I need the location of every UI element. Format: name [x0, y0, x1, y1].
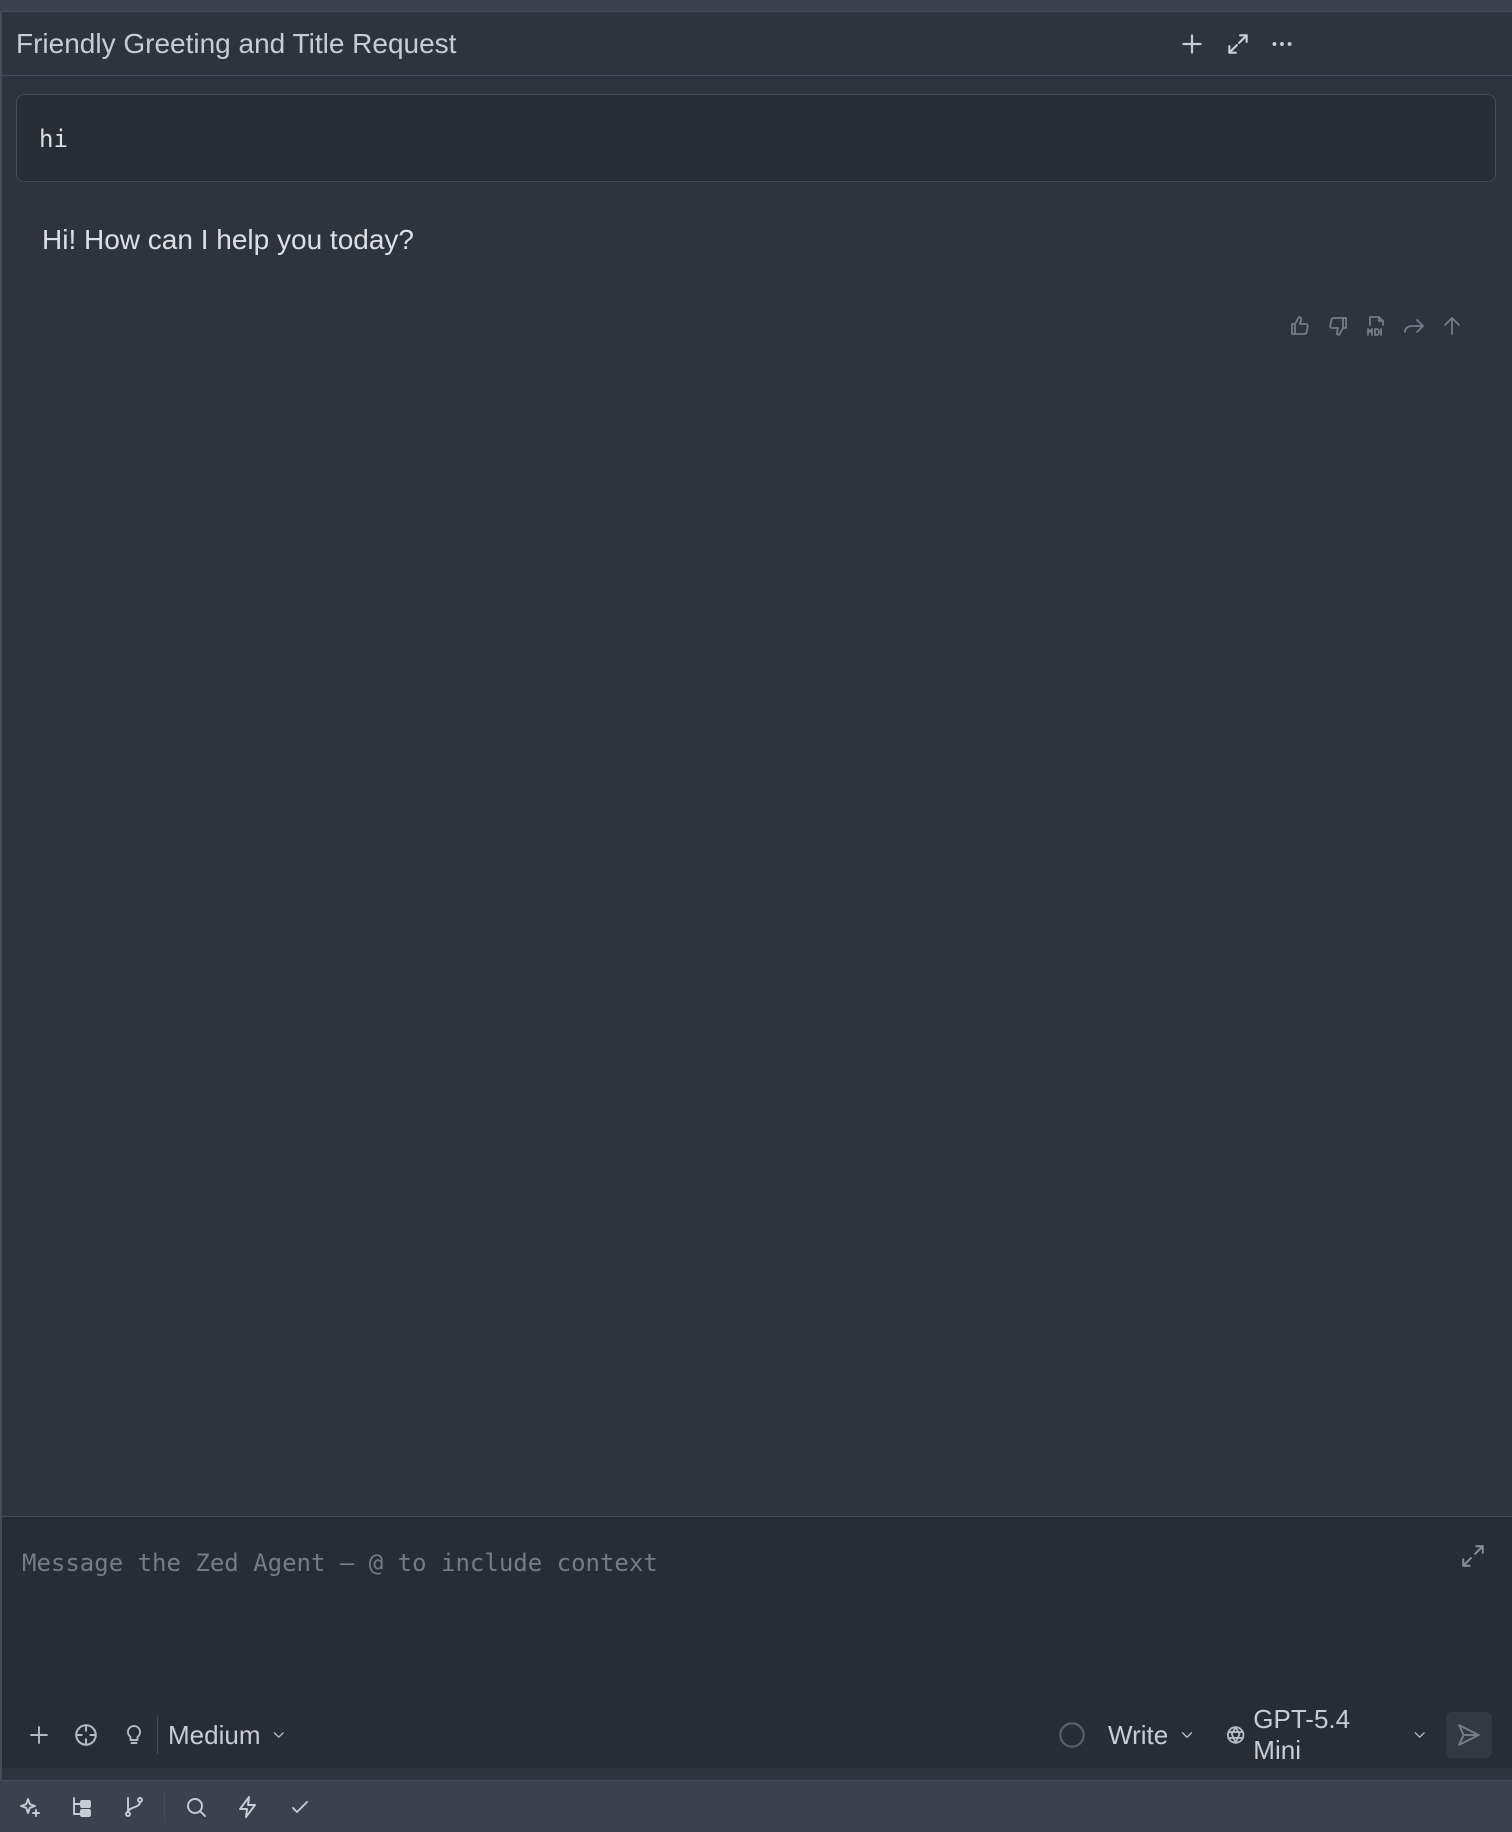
- thumbs-up-icon: [1291, 316, 1309, 335]
- message-actions: [1288, 314, 1464, 338]
- project-panel-icon: [73, 1797, 91, 1817]
- check-icon: [292, 1801, 308, 1813]
- context-usage-indicator: [1054, 1716, 1090, 1754]
- add-context-button[interactable]: [22, 1716, 56, 1754]
- thread-title: Friendly Greeting and Title Request: [16, 28, 457, 59]
- ellipsis-icon: [1272, 42, 1292, 46]
- search-button[interactable]: [180, 1791, 212, 1823]
- project-panel-toggle[interactable]: [66, 1791, 98, 1823]
- thumbs-down-icon: [1329, 317, 1347, 336]
- openai-icon: [1226, 1726, 1245, 1744]
- ai-sparkle-icon: [20, 1798, 40, 1817]
- plus-icon: [1182, 34, 1202, 54]
- search-icon: [187, 1798, 206, 1817]
- window-top-strip: [0, 0, 1512, 12]
- new-thread-button[interactable]: [1174, 26, 1210, 62]
- chevron-down-icon: [1181, 1732, 1193, 1738]
- composer-divider: [157, 1716, 158, 1754]
- forward-icon: [1404, 319, 1424, 333]
- send-icon: [1458, 1724, 1480, 1746]
- follow-agent-button[interactable]: [68, 1716, 104, 1754]
- zoom-panel-button[interactable]: [1220, 26, 1256, 62]
- more-options-button[interactable]: [1264, 26, 1300, 62]
- send-button[interactable]: [1446, 1712, 1492, 1758]
- thinking-level-selector[interactable]: Medium: [168, 1716, 288, 1754]
- thinking-toggle-button[interactable]: [118, 1716, 150, 1754]
- progress-ring-icon: [1059, 1722, 1085, 1748]
- model-selector[interactable]: GPT-5.4 Mini: [1224, 1704, 1428, 1765]
- scroll-to-top-button[interactable]: [1440, 314, 1464, 338]
- user-message[interactable]: hi: [16, 94, 1496, 182]
- chevron-down-icon: [274, 1732, 285, 1738]
- thumbs-down-button[interactable]: [1326, 314, 1350, 338]
- chevron-down-icon: [1414, 1732, 1425, 1738]
- agent-panel-toggle[interactable]: [14, 1791, 46, 1823]
- mode-label: Write: [1108, 1719, 1169, 1750]
- git-panel-toggle[interactable]: [118, 1791, 150, 1823]
- user-message-text: hi: [39, 125, 68, 153]
- bolt-icon: [239, 1796, 256, 1818]
- diagnostics-button[interactable]: [284, 1791, 316, 1823]
- markdown-file-icon: [1367, 316, 1384, 336]
- expand-icon: [1462, 1545, 1484, 1567]
- arrow-up-icon: [1444, 317, 1460, 335]
- lightbulb-icon: [127, 1725, 141, 1744]
- mode-selector[interactable]: Write: [1108, 1716, 1202, 1754]
- expand-editor-button[interactable]: [1460, 1543, 1490, 1573]
- crosshair-icon: [75, 1724, 97, 1746]
- actions-button[interactable]: [232, 1791, 264, 1823]
- plus-icon: [30, 1726, 48, 1744]
- message-input[interactable]: [22, 1549, 1422, 1577]
- statusbar-divider: [164, 1791, 165, 1823]
- open-as-markdown-button[interactable]: [1364, 314, 1388, 338]
- thinking-level-label: Medium: [168, 1719, 261, 1750]
- git-branch-icon: [125, 1797, 143, 1817]
- forward-button[interactable]: [1402, 314, 1426, 338]
- status-bar: [0, 1780, 1512, 1832]
- thumbs-up-button[interactable]: [1288, 314, 1312, 338]
- assistant-message: Hi! How can I help you today?: [42, 224, 414, 255]
- maximize-icon: [1228, 34, 1248, 54]
- panel-header: Friendly Greeting and Title Request: [2, 12, 1512, 76]
- model-label: GPT-5.4 Mini: [1253, 1704, 1351, 1765]
